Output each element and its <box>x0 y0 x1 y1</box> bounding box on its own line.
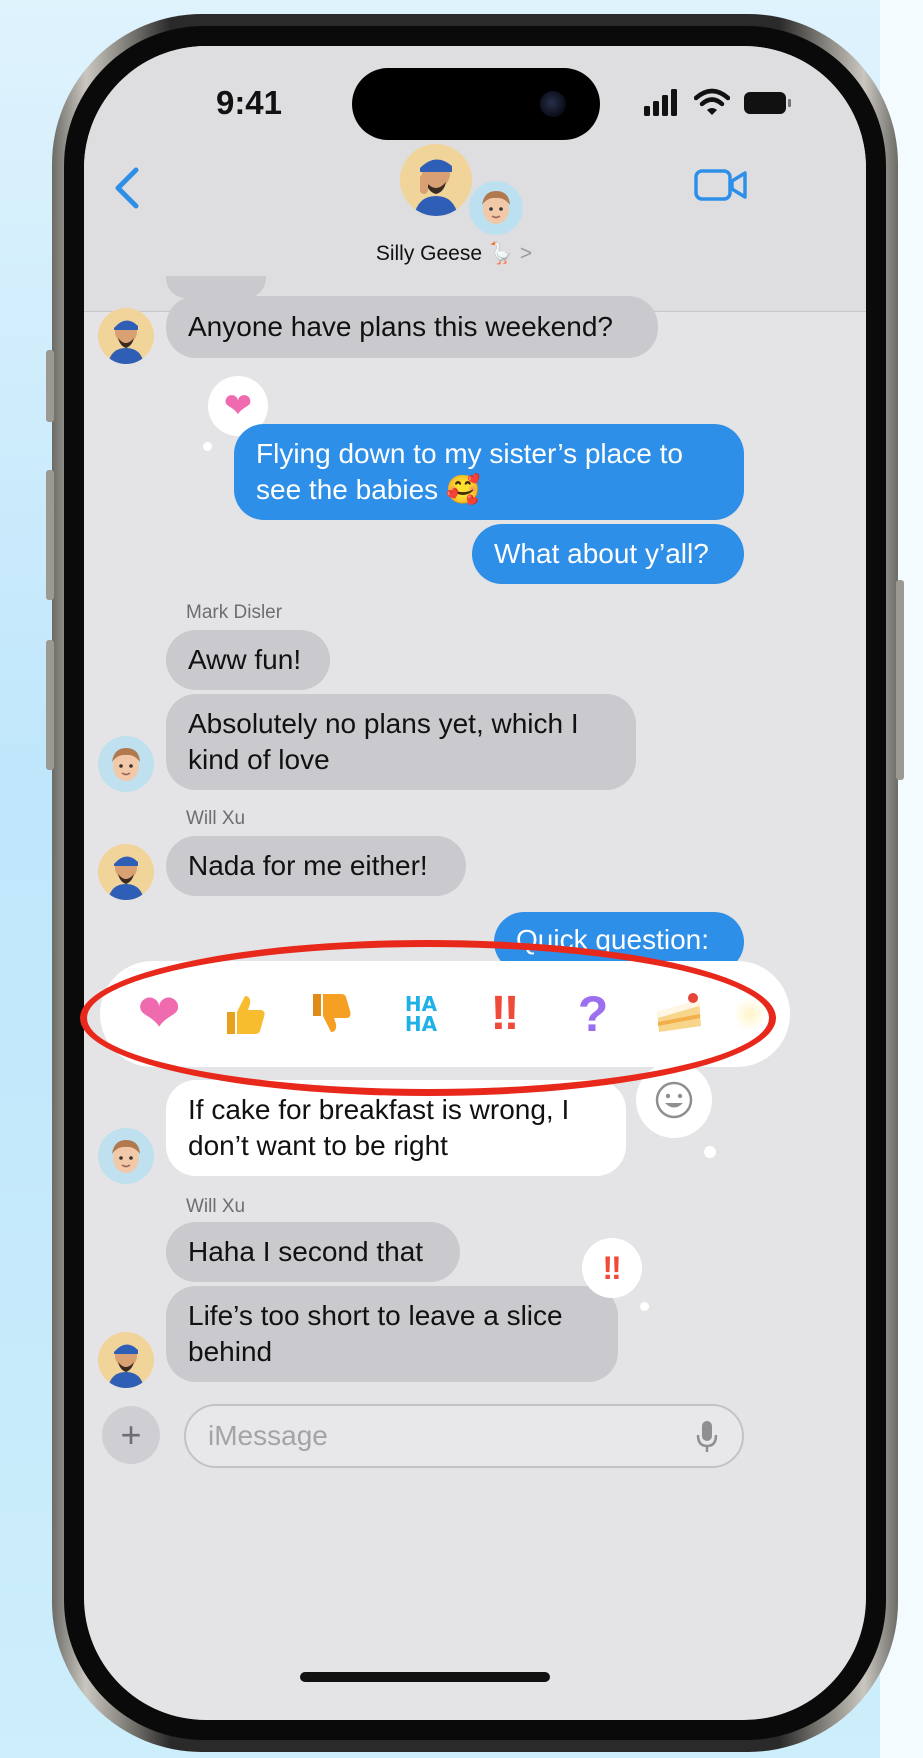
message-bubble[interactable]: Anyone have plans this weekend? <box>166 296 658 358</box>
memoji-will-icon <box>414 159 458 216</box>
tapback-tail-dot <box>704 1146 716 1158</box>
avatar[interactable] <box>98 736 154 792</box>
message-text: Aww fun! <box>188 644 302 675</box>
memoji-mark-icon <box>112 1140 140 1173</box>
volume-down-button <box>46 640 54 770</box>
memoji-mark-icon <box>112 748 140 781</box>
memoji-mark-icon <box>482 191 510 224</box>
message-text: behind <box>188 1336 273 1367</box>
microphone-icon[interactable] <box>696 1420 718 1454</box>
facetime-button[interactable] <box>694 168 748 202</box>
message-bubble[interactable]: What about y’all? <box>472 524 744 584</box>
status-time: 9:41 <box>215 84 283 121</box>
group-name[interactable]: Silly Geese 🪿 > <box>284 242 624 266</box>
smiley-icon <box>655 1081 693 1119</box>
group-avatar-will[interactable] <box>400 144 472 216</box>
avatar[interactable] <box>98 1332 154 1388</box>
group-avatar-mark[interactable] <box>466 178 526 238</box>
battery-icon <box>744 92 786 114</box>
previous-message-bubble <box>166 276 266 298</box>
message-input-placeholder: iMessage <box>208 1420 328 1451</box>
double-exclamation-icon: ‼ <box>602 1250 622 1286</box>
tapback-exclamation-bubble[interactable]: ‼ <box>582 1238 642 1298</box>
memoji-will-icon <box>108 856 144 900</box>
power-button <box>896 580 904 780</box>
memoji-will-icon <box>108 1344 144 1388</box>
heart-icon: ❤ <box>223 387 253 425</box>
plus-icon: + <box>120 1414 142 1455</box>
tapback-tail-dot <box>640 1302 649 1311</box>
message-bubble[interactable]: Absolutely no plans yet, which I kind of… <box>166 694 636 790</box>
message-text: If cake for breakfast is wrong, I <box>188 1094 570 1125</box>
message-bubble[interactable]: Nada for me either! <box>166 836 466 896</box>
chevron-right-icon: > <box>519 242 533 265</box>
home-indicator[interactable] <box>300 1672 550 1682</box>
avatar[interactable] <box>98 1128 154 1184</box>
sender-name: Will Xu <box>186 1196 246 1217</box>
message-bubble[interactable]: Flying down to my sister’s place to see … <box>234 424 744 520</box>
wifi-icon <box>694 88 730 115</box>
avatar[interactable] <box>98 844 154 900</box>
message-text: Absolutely no plans yet, which I <box>188 708 579 739</box>
volume-up-button <box>46 470 54 600</box>
message-text: Flying down to my sister’s place to <box>256 438 683 469</box>
message-text: Nada for me either! <box>188 850 428 881</box>
battery-tip <box>788 99 791 107</box>
message-bubble[interactable]: Life’s too short to leave a slice behind <box>166 1286 618 1382</box>
front-camera <box>540 91 566 117</box>
mute-switch <box>46 350 54 422</box>
message-text: kind of love <box>188 744 330 775</box>
goose-emoji: 🪿 <box>487 242 515 265</box>
message-text: don’t want to be right <box>188 1130 448 1161</box>
phone-screen: Silly Geese 🪿 > 9:41 Anyone have plans t… <box>84 46 866 1720</box>
message-text: Haha I second that <box>188 1236 424 1267</box>
tapback-tail-dot <box>203 442 212 451</box>
highlight-ellipse <box>80 940 776 1096</box>
apps-plus-button[interactable]: + <box>102 1406 160 1464</box>
chevron-left-icon <box>115 167 139 209</box>
dynamic-island <box>352 68 600 140</box>
group-name-text: Silly Geese <box>375 242 483 265</box>
message-text: Life’s too short to leave a slice <box>188 1300 563 1331</box>
avatar[interactable] <box>98 308 154 364</box>
message-text: Anyone have plans this weekend? <box>188 311 613 342</box>
cellular-signal-icon <box>644 88 684 116</box>
message-text: see the babies 🥰 <box>256 474 481 505</box>
message-bubble[interactable]: Haha I second that <box>166 1222 460 1282</box>
back-button[interactable] <box>106 164 146 212</box>
message-input[interactable]: iMessage <box>184 1404 744 1468</box>
memoji-will-icon <box>108 320 144 364</box>
sender-name: Will Xu <box>186 808 246 829</box>
sender-name: Mark Disler <box>186 602 283 623</box>
video-camera-icon <box>694 169 747 201</box>
status-icons <box>644 88 794 118</box>
message-text: What about y’all? <box>494 538 709 569</box>
message-bubble[interactable]: Aww fun! <box>166 630 330 690</box>
